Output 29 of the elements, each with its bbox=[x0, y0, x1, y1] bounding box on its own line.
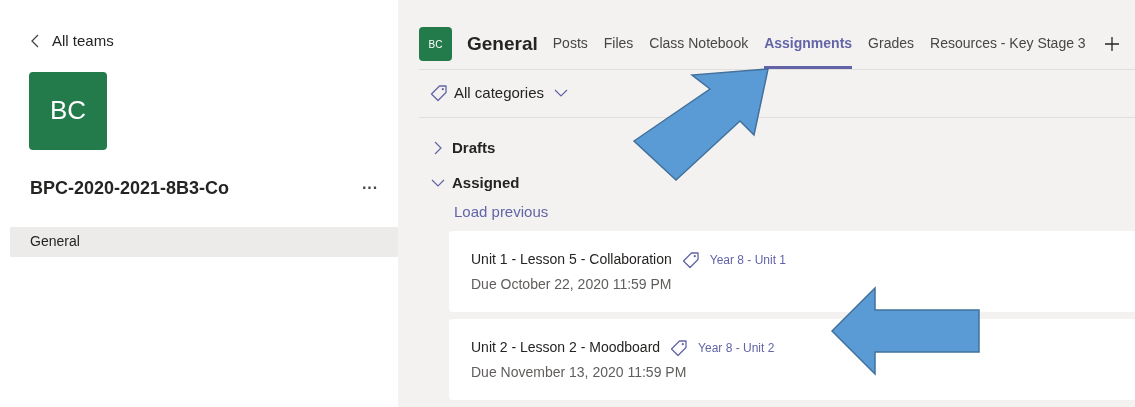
assignment-title: Unit 1 - Lesson 5 - Collaboration bbox=[471, 250, 672, 269]
more-options-button[interactable]: ··· bbox=[362, 176, 378, 200]
tag-icon bbox=[670, 338, 689, 357]
channel-avatar: BC bbox=[419, 27, 452, 62]
tag-icon bbox=[430, 84, 448, 103]
assignment-card[interactable]: Unit 1 - Lesson 5 - Collaboration Year 8 - Unit 1 Due October 22, 2020 11:59 PM bbox=[449, 231, 1135, 312]
load-previous-link[interactable]: Load previous bbox=[454, 200, 549, 223]
tab[interactable]: Files bbox=[603, 20, 634, 69]
tag-icon bbox=[681, 250, 700, 269]
due-date: Due November 13, 2020 11:59 PM bbox=[471, 363, 688, 382]
category-tag: Year 8 - Unit 2 bbox=[698, 338, 775, 357]
dropdown-chevron-icon bbox=[554, 88, 569, 99]
team-name: BPC-2020-2021-8B3-Co bbox=[30, 176, 230, 200]
tab[interactable]: Resources - Key Stage 3 bbox=[930, 20, 1086, 69]
category-filter[interactable]: All categories bbox=[430, 81, 569, 105]
channel-title: General bbox=[467, 32, 538, 57]
assignment-card[interactable]: Unit 2 - Lesson 2 - Moodboard Year 8 - Unit 2 Due November 13, 2020 11:59 PM bbox=[449, 319, 1135, 400]
tab[interactable]: Assignments bbox=[764, 20, 853, 69]
tab[interactable]: Posts bbox=[552, 20, 588, 69]
back-chevron-icon bbox=[30, 34, 40, 49]
add-tab-icon[interactable] bbox=[1104, 37, 1119, 52]
assignment-title: Unit 2 - Lesson 2 - Moodboard bbox=[471, 338, 661, 357]
channel-item[interactable]: General bbox=[10, 226, 398, 257]
due-date: Due October 22, 2020 11:59 PM bbox=[471, 275, 673, 294]
team-avatar: BC bbox=[29, 71, 107, 150]
category-tag: Year 8 - Unit 1 bbox=[709, 250, 787, 269]
back-link[interactable]: All teams bbox=[30, 30, 398, 53]
tab[interactable]: Class Notebook bbox=[649, 20, 749, 69]
tab[interactable]: Grades bbox=[868, 20, 914, 69]
